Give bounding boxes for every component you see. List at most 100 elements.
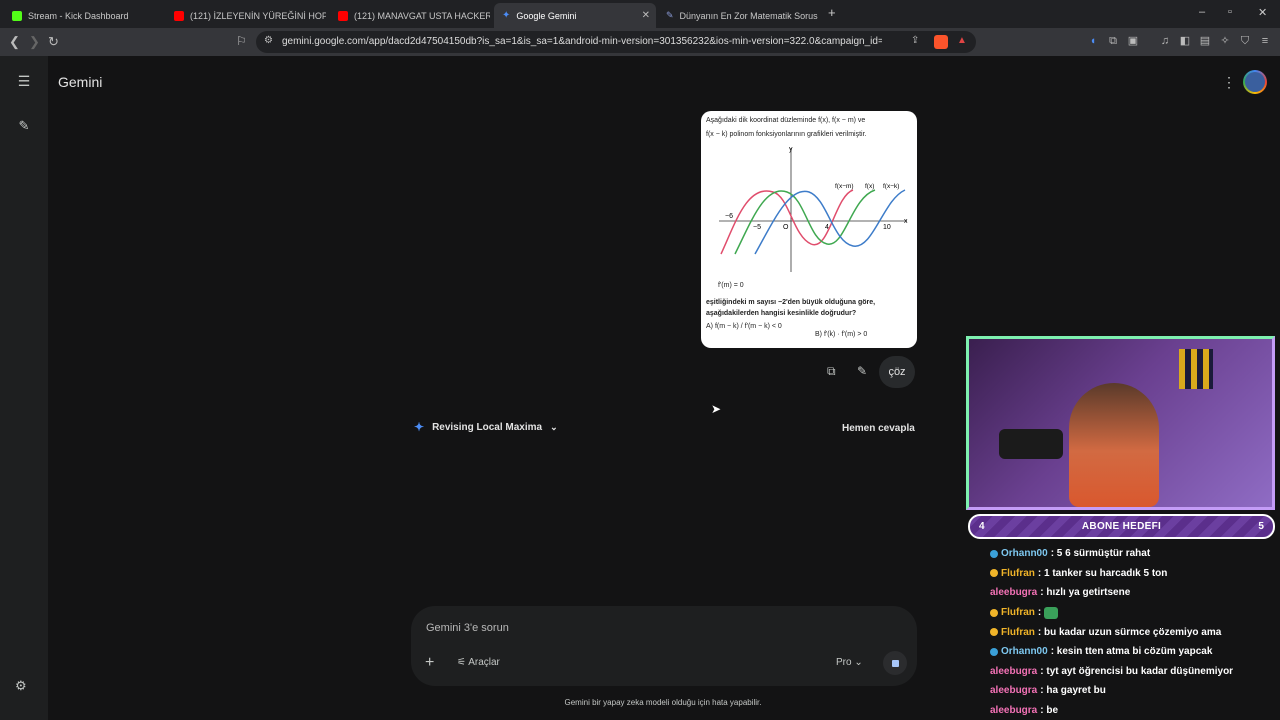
copy-icon[interactable]: ⧉ bbox=[827, 364, 836, 379]
wallet-icon[interactable]: ▤ bbox=[1199, 35, 1211, 47]
maximize-icon[interactable]: ▫ bbox=[1228, 6, 1232, 18]
chat-badge-icon bbox=[990, 647, 998, 656]
minimize-icon[interactable]: – bbox=[1199, 6, 1205, 18]
browser-toolbar: ❮ ❯ ↻ ⚐ ⚙ gemini.google.com/app/dacd2d47… bbox=[0, 28, 1280, 56]
brave-shields-icon[interactable] bbox=[934, 35, 948, 49]
chat-emote-icon bbox=[1044, 606, 1059, 619]
thinking-label: Revising Local Maxima bbox=[432, 421, 543, 433]
chat-message: aleebugra: ha gayret bu bbox=[990, 681, 1280, 701]
option-a: A) f(m − k) / f'(m − k) < 0 bbox=[706, 323, 782, 330]
hamburger-menu-icon[interactable]: ☰ bbox=[14, 73, 34, 90]
tab-youtube-2[interactable]: (121) MANAVGAT USTA HACKERLAR... bbox=[330, 3, 490, 28]
more-options-icon[interactable]: ⋮ bbox=[1222, 74, 1236, 91]
tools-button[interactable]: ⚟ Araçlar bbox=[457, 657, 500, 668]
chat-text: : kesin tten atma bi cözüm yapcak bbox=[1050, 646, 1213, 658]
chat-username: aleebugra bbox=[990, 685, 1038, 697]
browser-tab-strip: Stream - Kick Dashboard (121) İZLEYENİN … bbox=[0, 0, 1280, 28]
speech-icon[interactable]: ◖ bbox=[1087, 35, 1099, 47]
new-tab-icon[interactable]: + bbox=[828, 5, 836, 20]
reload-icon[interactable]: ↻ bbox=[48, 34, 59, 50]
function-graph: y x f(x−m) f(x) f(x−k) −6 −5 O 4 10 bbox=[719, 146, 908, 272]
goal-title: ABONE HEDEFI bbox=[1081, 521, 1162, 532]
gemini-sidebar: ☰ ✎ bbox=[0, 56, 48, 720]
chat-text: : 5 6 sürmüştür rahat bbox=[1050, 548, 1151, 560]
tab-label: Dünyanın En Zor Matematik Sorusu · bbox=[679, 10, 818, 21]
subscriber-goal-bar: 4 ABONE HEDEFI 5 bbox=[968, 514, 1275, 539]
stream-chat: Orhann00: 5 6 sürmüştür rahat Flufran: 1… bbox=[990, 544, 1280, 720]
youtube-icon bbox=[174, 10, 184, 21]
chat-username: Orhann00 bbox=[1001, 548, 1048, 560]
share-icon[interactable]: ⇪ bbox=[911, 35, 919, 46]
chat-message: aleebugra: hızlı ya getirtsene bbox=[990, 583, 1280, 603]
question-body: eşitliğindeki m sayısı −2'den büyük oldu… bbox=[706, 297, 912, 319]
answer-now-button[interactable]: Hemen cevapla bbox=[842, 423, 915, 434]
chat-username: aleebugra bbox=[990, 665, 1038, 677]
tab-math-question[interactable]: ✎ Dünyanın En Zor Matematik Sorusu · bbox=[658, 3, 818, 28]
brave-rewards-icon[interactable]: ▲ bbox=[957, 35, 967, 46]
user-message-text: çöz bbox=[888, 366, 906, 378]
chat-badge-icon bbox=[990, 549, 998, 558]
goal-target: 5 bbox=[1258, 521, 1264, 532]
add-icon[interactable]: + bbox=[425, 654, 434, 672]
y-axis-label: y bbox=[789, 146, 793, 153]
chevron-down-icon[interactable]: ⌄ bbox=[550, 422, 558, 433]
chat-username: aleebugra bbox=[990, 705, 1038, 717]
tick-label: 10 bbox=[883, 224, 891, 231]
model-selector[interactable]: Pro ⌄ bbox=[836, 657, 863, 668]
vpn-icon[interactable]: ⛉ bbox=[1239, 35, 1251, 47]
curve-label: f(x−k) bbox=[883, 183, 899, 190]
gemini-spark-icon: ✦ bbox=[414, 420, 425, 434]
chat-message: Flufran: 1 tanker su harcadık 5 ton bbox=[990, 564, 1280, 584]
chat-message: Orhann00: kesin tten atma bi cözüm yapca… bbox=[990, 642, 1280, 662]
screenshot-icon[interactable]: ▣ bbox=[1127, 35, 1139, 47]
prompt-composer: Gemini 3'e sorun + ⚟ Araçlar Pro ⌄ bbox=[411, 606, 917, 686]
leo-ai-icon[interactable]: ✧ bbox=[1219, 35, 1231, 47]
tab-label: (121) MANAVGAT USTA HACKERLAR... bbox=[354, 10, 490, 21]
chat-username: Flufran bbox=[1001, 567, 1035, 579]
music-icon[interactable]: ♫ bbox=[1159, 35, 1171, 47]
chat-badge-icon bbox=[990, 569, 998, 578]
condition-text: f'(m) = 0 bbox=[718, 282, 744, 289]
tab-label: Google Gemini bbox=[516, 10, 577, 21]
edit-icon[interactable]: ✎ bbox=[857, 364, 867, 378]
sidebar-icon[interactable]: ◧ bbox=[1179, 35, 1191, 47]
chat-text: : tyt ayt öğrencisi bu kadar düşünemiyor bbox=[1040, 665, 1234, 677]
tab-label: (121) İZLEYENİN YÜREĞİNİ HOPLATAN bbox=[190, 10, 326, 21]
bookmark-icon[interactable]: ⚐ bbox=[236, 34, 247, 48]
tab-kick-dashboard[interactable]: Stream - Kick Dashboard bbox=[4, 3, 164, 28]
uploaded-question-image[interactable]: Aşağıdaki dik koordinat düzleminde f(x),… bbox=[701, 111, 917, 348]
gemini-brand-title[interactable]: Gemini bbox=[58, 74, 102, 90]
tab-youtube-1[interactable]: (121) İZLEYENİN YÜREĞİNİ HOPLATAN bbox=[166, 3, 326, 28]
chat-message: Flufran: bbox=[990, 603, 1280, 623]
site-info-icon[interactable]: ⚙ bbox=[264, 35, 273, 46]
stop-icon bbox=[891, 659, 899, 667]
menu-icon[interactable]: ≡ bbox=[1259, 35, 1271, 47]
back-icon[interactable]: ❮ bbox=[9, 34, 20, 50]
forward-icon[interactable]: ❯ bbox=[29, 34, 40, 50]
settings-icon[interactable]: ⚙ bbox=[15, 678, 27, 694]
chat-message: aleebugra: be bbox=[990, 701, 1280, 720]
tick-label: −5 bbox=[753, 224, 761, 231]
model-label: Pro bbox=[836, 657, 852, 668]
x-axis-label: x bbox=[904, 218, 908, 225]
extensions-icon[interactable]: ⧉ bbox=[1107, 35, 1119, 47]
chat-badge-icon bbox=[990, 628, 998, 637]
user-message-bubble: çöz bbox=[879, 356, 915, 388]
close-window-icon[interactable]: ✕ bbox=[1258, 6, 1267, 19]
chat-text: : bu kadar uzun sürmce çözemiyo ama bbox=[1037, 626, 1222, 638]
chat-message: aleebugra: tyt ayt öğrencisi bu kadar dü… bbox=[990, 662, 1280, 682]
new-chat-icon[interactable]: ✎ bbox=[14, 118, 34, 134]
tick-label: O bbox=[783, 224, 789, 231]
thinking-status[interactable]: ✦ Revising Local Maxima ⌄ bbox=[414, 420, 558, 434]
avatar[interactable] bbox=[1243, 70, 1267, 94]
chat-badge-icon bbox=[990, 608, 998, 617]
url-text[interactable]: gemini.google.com/app/dacd2d47504150db?i… bbox=[282, 36, 882, 47]
close-tab-icon[interactable]: ✕ bbox=[642, 10, 650, 21]
prompt-input[interactable]: Gemini 3'e sorun bbox=[426, 622, 509, 634]
address-bar[interactable]: ⚙ gemini.google.com/app/dacd2d47504150db… bbox=[256, 31, 976, 53]
curve-label: f(x−m) bbox=[835, 183, 854, 190]
chat-text: : be bbox=[1040, 705, 1059, 717]
tab-google-gemini[interactable]: ✦ Google Gemini ✕ bbox=[494, 3, 656, 28]
webcam-overlay bbox=[966, 336, 1275, 510]
stop-button[interactable] bbox=[883, 651, 907, 675]
